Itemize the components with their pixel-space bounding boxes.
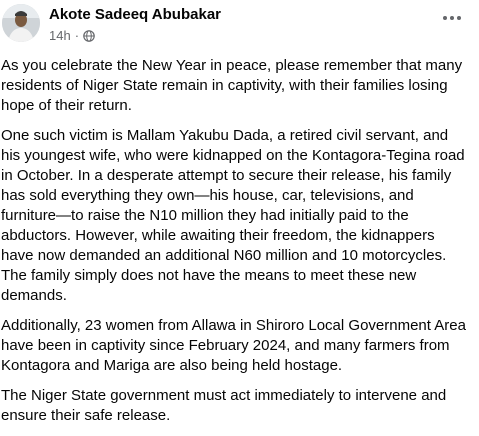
author-name[interactable]: Akote Sadeeq Abubakar: [49, 6, 221, 23]
facebook-post: Akote Sadeeq Abubakar 14h · As you celeb…: [0, 0, 479, 424]
post-time[interactable]: 14h: [49, 28, 71, 43]
post-paragraph: One such victim is Mallam Yakubu Dada, a…: [1, 127, 465, 304]
more-dot: [457, 16, 461, 20]
post-paragraph: The Niger State government must act imme…: [1, 387, 447, 424]
avatar-image: [2, 4, 40, 42]
post-paragraph: As you celebrate the New Year in peace, …: [1, 57, 463, 114]
globe-icon[interactable]: [83, 29, 95, 42]
more-dot: [443, 16, 447, 20]
post-paragraph: Additionally, 23 women from Allawa in Sh…: [1, 317, 466, 374]
avatar[interactable]: [2, 4, 40, 42]
more-dot: [450, 16, 454, 20]
post-body: As you celebrate the New Year in peace, …: [1, 56, 471, 436]
post-meta: 14h ·: [49, 28, 95, 43]
more-options-icon[interactable]: [439, 8, 465, 28]
separator: ·: [74, 28, 80, 43]
post-header: Akote Sadeeq Abubakar 14h ·: [0, 0, 479, 50]
